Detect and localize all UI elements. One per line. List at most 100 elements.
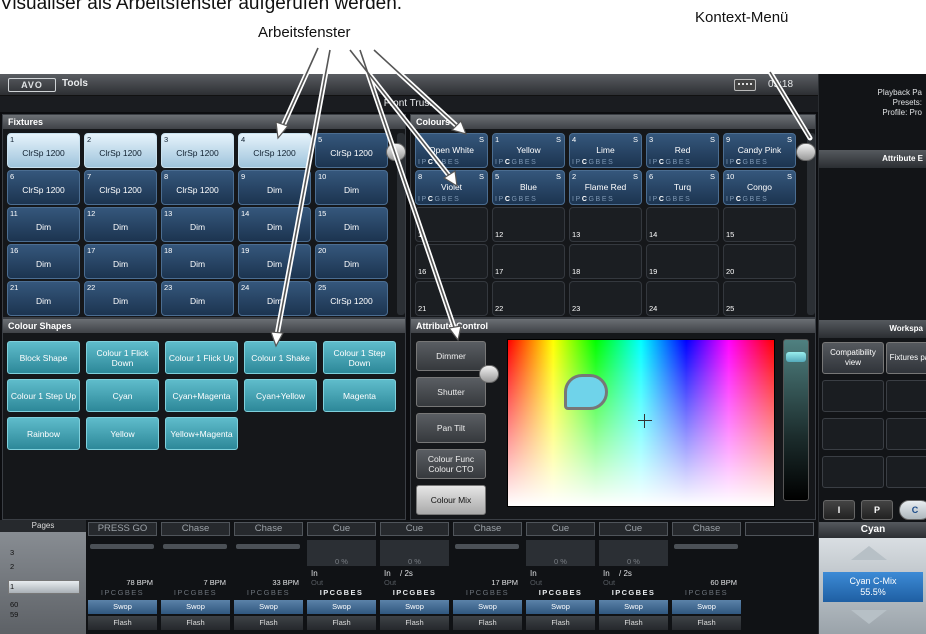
flash-button[interactable]: Flash <box>161 616 230 630</box>
colour-palette-tile[interactable]: 6 S Turq IPCGBES <box>646 170 719 205</box>
colour-shape-tile[interactable]: Colour 1 Flick Up <box>165 341 238 374</box>
swop-button[interactable]: Swop <box>88 600 157 614</box>
picker-cursor[interactable] <box>564 374 608 410</box>
fixture-tile[interactable]: 14 Dim <box>238 207 311 242</box>
fixture-tile[interactable]: 19 Dim <box>238 244 311 279</box>
swop-button[interactable]: Swop <box>234 600 303 614</box>
flash-button[interactable]: Flash <box>672 616 741 630</box>
colour-palette-tile[interactable]: 22 <box>492 281 565 316</box>
colour-shape-tile[interactable]: Colour 1 Step Down <box>323 341 396 374</box>
colour-palette-tile[interactable]: 23 <box>569 281 642 316</box>
colour-palette-tile[interactable]: 8 S Violet IPCGBES <box>415 170 488 205</box>
colour-palette-tile[interactable]: 11 <box>415 207 488 242</box>
ipc-button-p[interactable]: P <box>861 500 893 520</box>
flash-button[interactable]: Flash <box>88 616 157 630</box>
fixture-tile[interactable]: 9 Dim <box>238 170 311 205</box>
workspace-slot[interactable] <box>822 456 884 488</box>
fixture-tile[interactable]: 20 Dim <box>315 244 388 279</box>
attribute-scroll-knob[interactable] <box>479 365 499 383</box>
workspace-slot[interactable] <box>886 456 926 488</box>
colour-palette-tile[interactable]: 14 <box>646 207 719 242</box>
colour-palette-tile[interactable]: 9 S Candy Pink IPCGBES <box>723 133 796 168</box>
swop-button[interactable]: Swop <box>599 600 668 614</box>
colour-palette-tile[interactable]: 15 <box>723 207 796 242</box>
swop-button[interactable]: Swop <box>672 600 741 614</box>
workspace-slot[interactable] <box>886 380 926 412</box>
flash-button[interactable]: Flash <box>307 616 376 630</box>
colour-shape-tile[interactable]: Colour 1 Step Up <box>7 379 80 412</box>
colour-palette-tile[interactable]: 18 <box>569 244 642 279</box>
page-number[interactable]: 1 <box>10 582 14 591</box>
fixture-tile[interactable]: 5 ClrSp 1200 <box>315 133 388 168</box>
colour-palette-tile[interactable]: 25 <box>723 281 796 316</box>
fixture-tile[interactable]: 21 Dim <box>7 281 80 316</box>
fixture-tile[interactable]: 23 Dim <box>161 281 234 316</box>
fixture-tile[interactable]: 7 ClrSp 1200 <box>84 170 157 205</box>
fixture-tile[interactable]: 10 Dim <box>315 170 388 205</box>
playback-label[interactable]: Cue <box>526 522 595 536</box>
encoder-down-icon[interactable] <box>851 610 887 624</box>
colour-shape-tile[interactable]: Rainbow <box>7 417 80 450</box>
playback-label[interactable]: Chase <box>453 522 522 536</box>
colour-palette-tile[interactable]: 19 <box>646 244 719 279</box>
swop-button[interactable]: Swop <box>380 600 449 614</box>
fixture-tile[interactable]: 25 ClrSp 1200 <box>315 281 388 316</box>
playback-label[interactable]: Cue <box>307 522 376 536</box>
colour-shape-tile[interactable]: Magenta <box>323 379 396 412</box>
fixtures-scroll-knob[interactable] <box>386 143 406 161</box>
colour-palette-tile[interactable]: 24 <box>646 281 719 316</box>
fixture-tile[interactable]: 2 ClrSp 1200 <box>84 133 157 168</box>
flash-button[interactable]: Flash <box>234 616 303 630</box>
workspace-slot[interactable] <box>822 418 884 450</box>
colour-palette-tile[interactable]: 17 <box>492 244 565 279</box>
slider-thumb[interactable] <box>786 352 806 362</box>
playback-label[interactable]: Chase <box>161 522 230 536</box>
colour-level-slider[interactable] <box>783 339 809 501</box>
colour-palette-tile[interactable]: 4 S Lime IPCGBES <box>569 133 642 168</box>
fixture-tile[interactable]: 3 ClrSp 1200 <box>161 133 234 168</box>
colour-picker[interactable] <box>507 339 775 507</box>
colour-palette-tile[interactable]: 20 <box>723 244 796 279</box>
fixture-tile[interactable]: 17 Dim <box>84 244 157 279</box>
page-number[interactable]: 3 <box>10 548 14 557</box>
colour-palette-tile[interactable]: 21 <box>415 281 488 316</box>
page-number[interactable]: 59 <box>10 610 18 619</box>
colour-shape-tile[interactable]: Yellow <box>86 417 159 450</box>
fixture-tile[interactable]: 8 ClrSp 1200 <box>161 170 234 205</box>
colour-shape-tile[interactable]: Block Shape <box>7 341 80 374</box>
attribute-button[interactable]: Colour Mix <box>416 485 486 515</box>
fixture-tile[interactable]: 4 ClrSp 1200 <box>238 133 311 168</box>
swop-button[interactable]: Swop <box>161 600 230 614</box>
attribute-button[interactable]: Dimmer <box>416 341 486 371</box>
page-number[interactable]: 2 <box>10 562 14 571</box>
fixture-tile[interactable]: 12 Dim <box>84 207 157 242</box>
encoder-value[interactable]: Cyan C-Mix 55.5% <box>823 572 923 602</box>
colour-shape-tile[interactable]: Cyan+Yellow <box>244 379 317 412</box>
fixture-tile[interactable]: 22 Dim <box>84 281 157 316</box>
page-number[interactable]: 60 <box>10 600 18 609</box>
flash-button[interactable]: Flash <box>453 616 522 630</box>
playback-label[interactable]: Cue <box>599 522 668 536</box>
colour-palette-tile[interactable]: 13 <box>569 207 642 242</box>
encoder-up-icon[interactable] <box>851 546 887 560</box>
fixture-tile[interactable]: 24 Dim <box>238 281 311 316</box>
colour-palette-tile[interactable]: 16 <box>415 244 488 279</box>
attribute-button[interactable]: Shutter <box>416 377 486 407</box>
colour-palette-tile[interactable]: 12 <box>492 207 565 242</box>
playback-label[interactable]: Chase <box>672 522 741 536</box>
fixture-tile[interactable]: 1 ClrSp 1200 <box>7 133 80 168</box>
keyboard-icon[interactable] <box>734 79 756 91</box>
playback-label[interactable] <box>745 522 814 536</box>
ipc-button-i[interactable]: I <box>823 500 855 520</box>
playback-label[interactable]: Cue <box>380 522 449 536</box>
fixture-tile[interactable]: 6 ClrSp 1200 <box>7 170 80 205</box>
colour-shape-tile[interactable]: Yellow+Magenta <box>165 417 238 450</box>
workspace-slot[interactable] <box>886 418 926 450</box>
fixture-tile[interactable]: 16 Dim <box>7 244 80 279</box>
swop-button[interactable]: Swop <box>526 600 595 614</box>
colour-palette-tile[interactable]: 1 S Yellow IPCGBES <box>492 133 565 168</box>
flash-button[interactable]: Flash <box>599 616 668 630</box>
playback-label[interactable]: PRESS GO <box>88 522 157 536</box>
tools-menu[interactable]: Tools <box>62 78 88 89</box>
fixtures-palette-button[interactable]: Fixtures palette <box>886 342 926 374</box>
